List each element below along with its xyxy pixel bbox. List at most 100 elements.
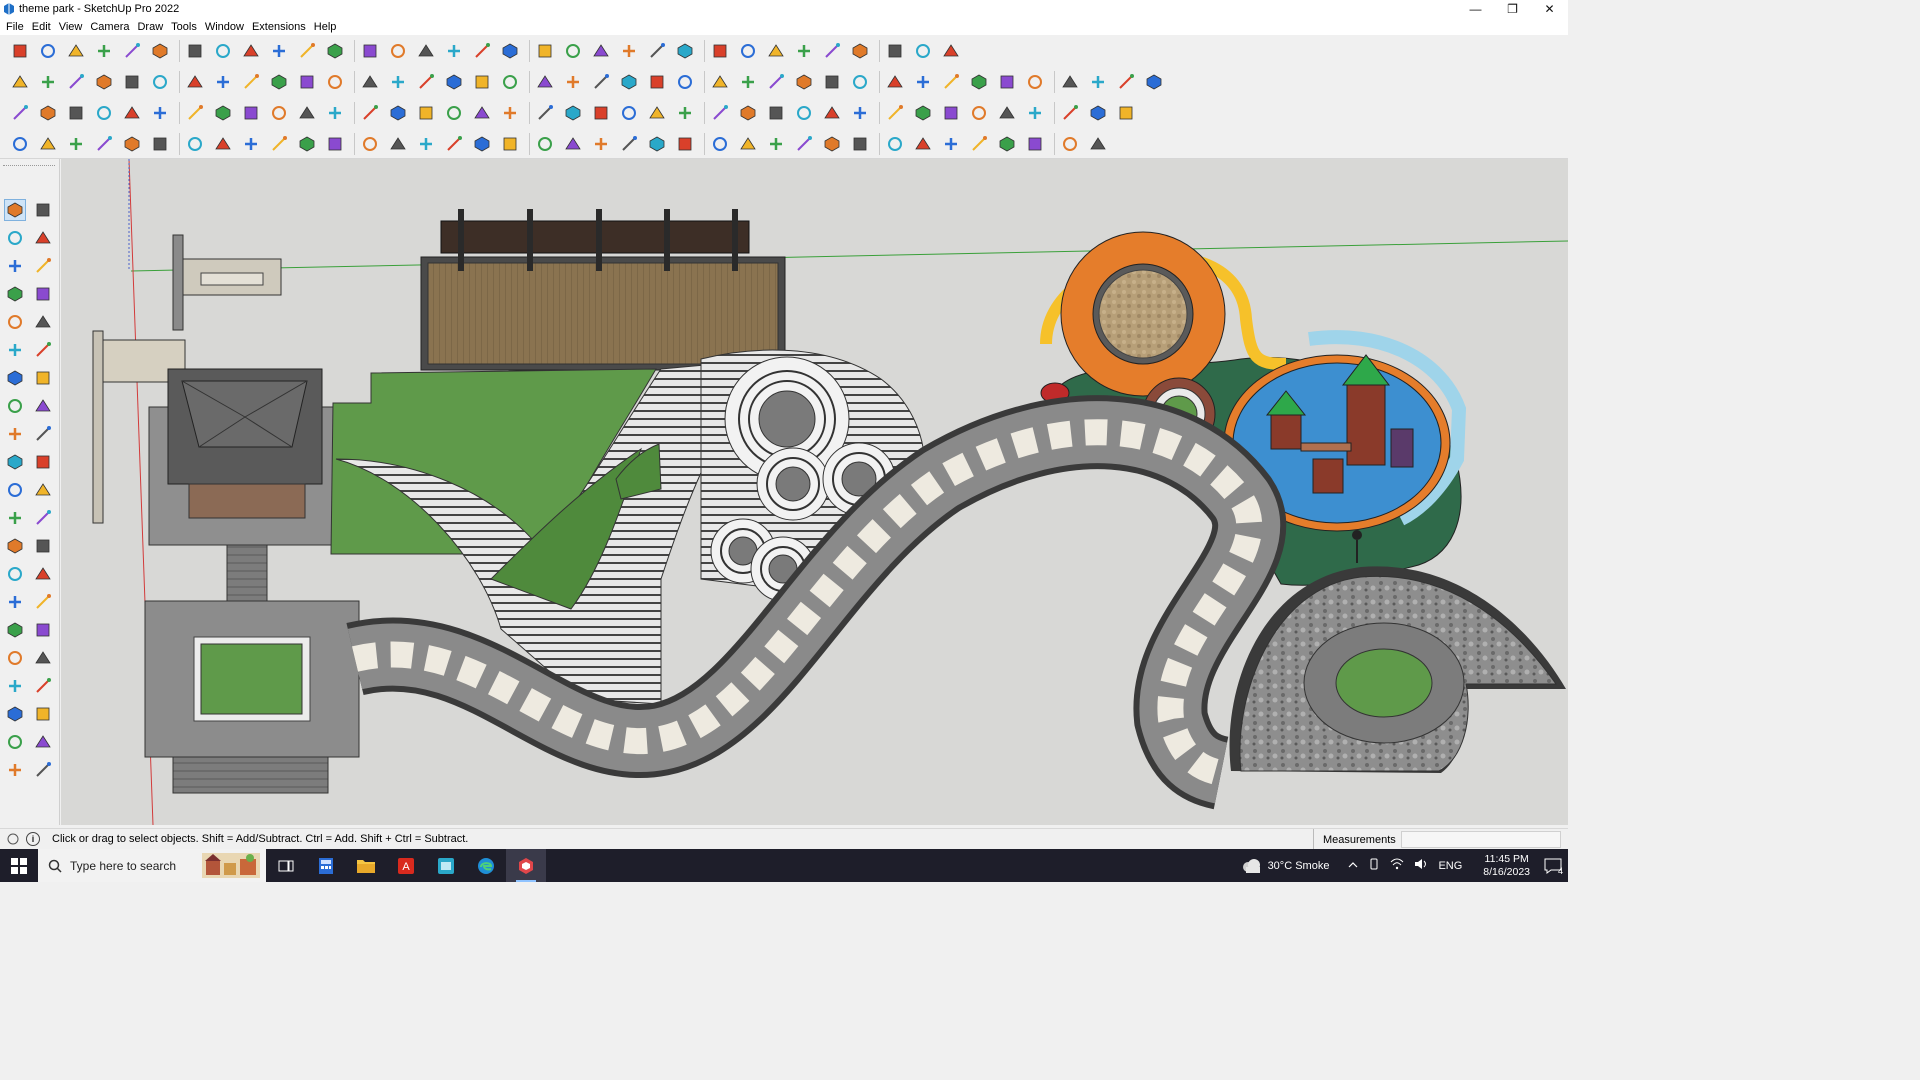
- circular-plaza[interactable]: [1229, 566, 1566, 773]
- scenes-tool-icon[interactable]: [4, 759, 26, 781]
- gate-icon[interactable]: [498, 132, 522, 156]
- orange-ring-icon[interactable]: [589, 101, 613, 125]
- sandbox-icon[interactable]: [939, 39, 963, 63]
- component-icon[interactable]: [617, 39, 641, 63]
- pavilion[interactable]: [148, 368, 336, 602]
- wall-icon[interactable]: [967, 101, 991, 125]
- house-icon[interactable]: [442, 70, 466, 94]
- menu-help[interactable]: Help: [310, 21, 341, 33]
- bridge-icon[interactable]: [414, 132, 438, 156]
- polyline-icon[interactable]: [36, 132, 60, 156]
- offset-tool-icon[interactable]: [32, 479, 54, 501]
- arc-tool-icon[interactable]: [4, 367, 26, 389]
- cylinder-icon[interactable]: [92, 132, 116, 156]
- bulge-icon[interactable]: [883, 70, 907, 94]
- smooth-icon[interactable]: [295, 70, 319, 94]
- red-cross-icon[interactable]: [414, 101, 438, 125]
- protractor-tool-icon[interactable]: [4, 535, 26, 557]
- rail-icon[interactable]: [470, 132, 494, 156]
- look-around-icon[interactable]: [32, 675, 54, 697]
- shape-1-icon[interactable]: [995, 70, 1019, 94]
- push-pull-icon[interactable]: [183, 39, 207, 63]
- dimension-icon[interactable]: [820, 39, 844, 63]
- extension-icon[interactable]: [673, 39, 697, 63]
- outliner-icon[interactable]: [589, 39, 613, 63]
- union-icon[interactable]: [183, 70, 207, 94]
- scene-icon[interactable]: [736, 39, 760, 63]
- sail-icon[interactable]: [442, 132, 466, 156]
- circle-dots-icon[interactable]: [1086, 101, 1110, 125]
- plane-icon[interactable]: [323, 70, 347, 94]
- column-icon[interactable]: [820, 132, 844, 156]
- parallelogram-icon[interactable]: [792, 70, 816, 94]
- taskbar-sketchup[interactable]: [506, 849, 546, 882]
- angle-icon[interactable]: [295, 132, 319, 156]
- move-tool-icon[interactable]: [4, 423, 26, 445]
- roof-icon[interactable]: [533, 70, 557, 94]
- position-camera-icon[interactable]: [4, 675, 26, 697]
- menu-extensions[interactable]: Extensions: [248, 21, 310, 33]
- move-icon[interactable]: [239, 39, 263, 63]
- red-square-icon[interactable]: [211, 101, 235, 125]
- magnet-icon[interactable]: [736, 101, 760, 125]
- building-icon[interactable]: [764, 132, 788, 156]
- rotate-icon[interactable]: [267, 39, 291, 63]
- zoom-tool-icon[interactable]: [4, 619, 26, 641]
- zoom-extents-icon[interactable]: [498, 39, 522, 63]
- bezier-icon[interactable]: [848, 70, 872, 94]
- marker-icon[interactable]: [645, 70, 669, 94]
- window-icon[interactable]: [470, 70, 494, 94]
- style-icon[interactable]: [708, 39, 732, 63]
- split-icon[interactable]: [267, 70, 291, 94]
- cube-shaded-icon[interactable]: [64, 70, 88, 94]
- rotate-tool-icon[interactable]: [4, 451, 26, 473]
- line-tool-icon[interactable]: [4, 283, 26, 305]
- menu-edit[interactable]: Edit: [28, 21, 55, 33]
- pattern-icon[interactable]: [1114, 101, 1138, 125]
- chevron-up-icon[interactable]: [1348, 860, 1358, 872]
- axes-tool-icon[interactable]: [4, 563, 26, 585]
- wifi-icon[interactable]: [1390, 858, 1404, 873]
- pan-tool-icon[interactable]: [32, 591, 54, 613]
- taskbar-acrobat[interactable]: A: [386, 849, 426, 882]
- page-icon[interactable]: [267, 101, 291, 125]
- cycle-icon[interactable]: [645, 101, 669, 125]
- eraser-tool-icon[interactable]: [32, 227, 54, 249]
- arrows-down-icon[interactable]: [792, 39, 816, 63]
- scale-tool-icon[interactable]: [4, 479, 26, 501]
- layers-icon[interactable]: [561, 39, 585, 63]
- three-point-arc-icon[interactable]: [4, 395, 26, 417]
- yellow-plane-icon[interactable]: [64, 101, 88, 125]
- slash-icon[interactable]: [645, 132, 669, 156]
- select-tool-icon[interactable]: [4, 199, 26, 221]
- close-button[interactable]: ✕: [1531, 0, 1568, 18]
- blue-plane-icon[interactable]: [8, 101, 32, 125]
- red-hex-icon[interactable]: [883, 101, 907, 125]
- dimension-tool-icon[interactable]: [32, 507, 54, 529]
- 3d-text-icon[interactable]: [32, 563, 54, 585]
- language-indicator[interactable]: ENG: [1438, 860, 1462, 872]
- warehouse-tool-icon[interactable]: [4, 255, 26, 277]
- flip-icon[interactable]: [386, 70, 410, 94]
- polygon-icon[interactable]: [736, 70, 760, 94]
- zoom-extents-tool-icon[interactable]: [4, 647, 26, 669]
- fan-icon[interactable]: [673, 132, 697, 156]
- blue-mountain-icon[interactable]: [533, 101, 557, 125]
- house-2-icon[interactable]: [1086, 132, 1110, 156]
- boxes-icon[interactable]: [820, 101, 844, 125]
- taskbar-search-box[interactable]: Type here to search: [38, 849, 266, 882]
- vertical-arrows-icon[interactable]: [120, 70, 144, 94]
- solid-tools-icon[interactable]: [148, 70, 172, 94]
- tape-icon[interactable]: [323, 39, 347, 63]
- section-tool-icon[interactable]: [32, 703, 54, 725]
- grid-icon[interactable]: [239, 101, 263, 125]
- status-info-icon[interactable]: i: [26, 832, 40, 846]
- bars-icon[interactable]: [939, 132, 963, 156]
- stairs-icon[interactable]: [561, 70, 585, 94]
- cube-glass-icon[interactable]: [36, 70, 60, 94]
- window-2-icon[interactable]: [995, 101, 1019, 125]
- frames-icon[interactable]: [792, 101, 816, 125]
- trim-icon[interactable]: [239, 70, 263, 94]
- link-icon[interactable]: [323, 101, 347, 125]
- door-icon[interactable]: [498, 70, 522, 94]
